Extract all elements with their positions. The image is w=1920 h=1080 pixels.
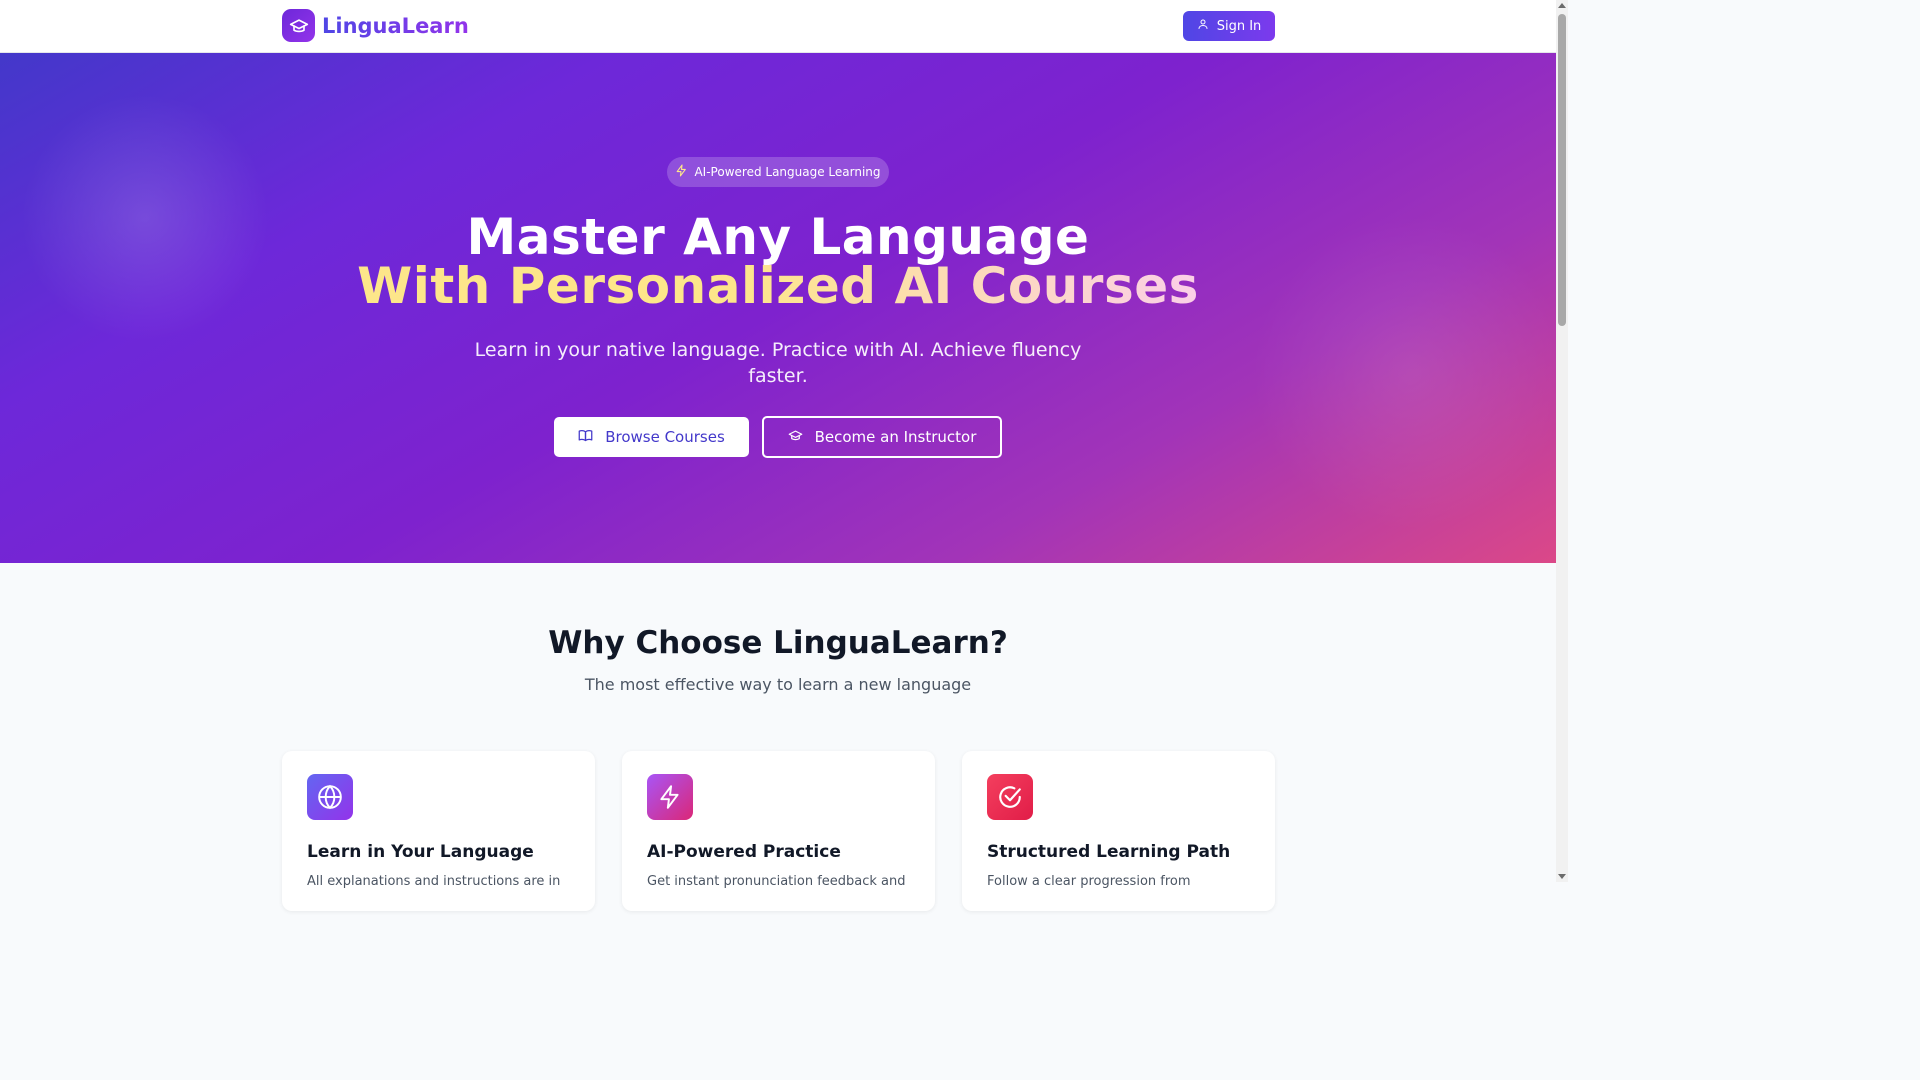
hero-headline-highlight: With Personalized AI Courses [357, 257, 1199, 315]
sign-in-button[interactable]: Sign In [1183, 11, 1275, 41]
feature-card-desc: Get instant pronunciation feedback and [647, 874, 906, 889]
graduation-cap-icon [282, 9, 315, 42]
hero-subtitle: Learn in your native language. Practice … [474, 339, 1082, 387]
hero-headline-line2: With Personalized AI Courses [0, 261, 1556, 311]
feature-card-language: Learn in Your Language All explanations … [282, 751, 595, 911]
hero-headline-line1: Master Any Language [466, 208, 1090, 266]
feature-card-learning-path: Structured Learning Path Follow a clear … [962, 751, 1275, 911]
globe-icon [307, 774, 353, 820]
feature-card-title: AI-Powered Practice [647, 842, 841, 862]
top-nav: LinguaLearn Sign In [0, 0, 1556, 53]
become-instructor-button[interactable]: Become an Instructor [762, 416, 1002, 458]
feature-card-title: Learn in Your Language [307, 842, 534, 862]
check-circle-icon [987, 774, 1033, 820]
lightning-icon [647, 774, 693, 820]
lightning-icon [675, 164, 688, 180]
feature-card-ai-practice: AI-Powered Practice Get instant pronunci… [622, 751, 935, 911]
brand-name: LinguaLearn [322, 13, 469, 38]
feature-card-desc: Follow a clear progression from [987, 874, 1191, 889]
brand-logo[interactable]: LinguaLearn [282, 9, 469, 42]
scroll-up-arrow-icon[interactable] [1558, 3, 1566, 8]
scroll-down-arrow-icon[interactable] [1558, 874, 1566, 879]
feature-card-desc: All explanations and instructions are in [307, 874, 561, 889]
scroll-thumb[interactable] [1558, 14, 1566, 326]
become-instructor-label: Become an Instructor [814, 428, 977, 446]
page-scrollbar[interactable] [1556, 0, 1568, 882]
book-icon [578, 428, 593, 447]
sign-in-label: Sign In [1216, 18, 1262, 34]
ai-badge: AI-Powered Language Learning [667, 157, 889, 187]
user-icon [1197, 18, 1209, 34]
feature-card-title: Structured Learning Path [987, 842, 1231, 862]
graduation-cap-icon [788, 428, 803, 447]
ai-badge-label: AI-Powered Language Learning [694, 165, 881, 179]
why-section-title: Why Choose LinguaLearn? [548, 625, 1008, 661]
browse-courses-label: Browse Courses [605, 428, 725, 446]
browse-courses-button[interactable]: Browse Courses [554, 417, 749, 457]
why-section-subtitle: The most effective way to learn a new la… [584, 675, 972, 694]
hero-section: AI-Powered Language Learning Master Any … [0, 53, 1556, 563]
